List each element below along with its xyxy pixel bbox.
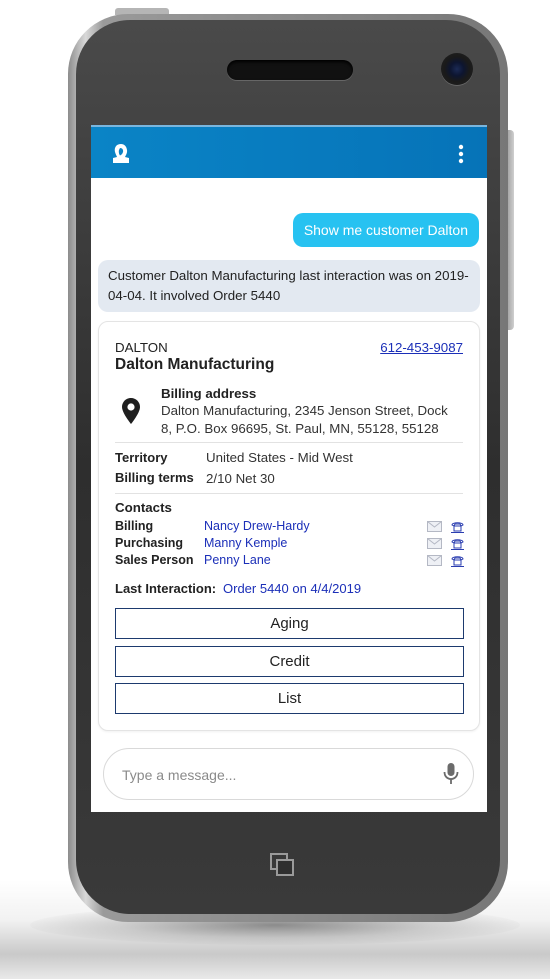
customer-code: DALTON: [115, 340, 168, 355]
divider: [115, 493, 463, 494]
customer-phone-link[interactable]: 612-453-9087: [380, 340, 463, 355]
message-input[interactable]: [120, 749, 424, 801]
app-logo-icon: [113, 144, 129, 163]
billing-address-label: Billing address: [161, 386, 257, 401]
phone-screen: Show me customer Dalton Customer Dalton …: [91, 125, 487, 812]
contact-role: Sales Person: [115, 553, 194, 567]
billing-address: Dalton Manufacturing, 2345 Jenson Street…: [161, 403, 448, 436]
contacts-heading: Contacts: [115, 500, 172, 515]
aging-button[interactable]: Aging: [115, 608, 464, 639]
app-bar: [91, 125, 487, 178]
billing-terms-label: Billing terms: [115, 470, 194, 485]
list-button[interactable]: List: [115, 683, 464, 714]
last-interaction-label: Last Interaction:: [115, 581, 217, 596]
more-vert-icon[interactable]: [457, 142, 465, 166]
customer-name: Dalton Manufacturing: [115, 356, 275, 373]
contact-name-link[interactable]: Nancy Drew-Hardy: [204, 519, 310, 533]
territory-label: Territory: [115, 450, 168, 465]
last-interaction-link[interactable]: Order 5440 on 4/4/2019: [223, 581, 361, 596]
contact-name-link[interactable]: Manny Kemple: [204, 536, 287, 550]
phone-icon[interactable]: [451, 520, 464, 533]
home-button-icon[interactable]: [268, 851, 298, 879]
front-camera: [441, 53, 473, 85]
territory-value: United States - Mid West: [206, 450, 353, 465]
mic-icon[interactable]: [443, 762, 459, 786]
map-pin-icon: [122, 398, 140, 424]
phone-icon[interactable]: [451, 537, 464, 550]
contact-name-link[interactable]: Penny Lane: [204, 553, 271, 567]
credit-button[interactable]: Credit: [115, 646, 464, 677]
user-message-bubble: Show me customer Dalton: [292, 213, 479, 247]
phone-icon[interactable]: [451, 554, 464, 567]
bot-message-bubble: Customer Dalton Manufacturing last inter…: [98, 260, 480, 312]
divider: [115, 442, 463, 443]
contact-role: Billing: [115, 519, 154, 533]
mail-icon[interactable]: [427, 555, 442, 566]
mail-icon[interactable]: [427, 521, 442, 532]
message-input-bar: [103, 748, 474, 801]
billing-terms-value: 2/10 Net 30: [206, 471, 275, 486]
contact-role: Purchasing: [115, 536, 184, 550]
earpiece-speaker: [227, 60, 353, 80]
mail-icon[interactable]: [427, 538, 442, 549]
customer-card: DALTON 612-453-9087 Dalton Manufacturing…: [98, 321, 480, 731]
